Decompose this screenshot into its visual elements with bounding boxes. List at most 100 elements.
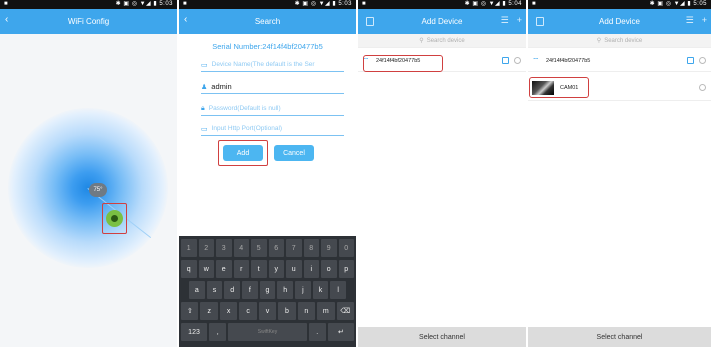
key[interactable]: f [242, 281, 258, 299]
enter-key[interactable]: ↵ [327, 323, 354, 341]
channel-highlight [529, 77, 589, 98]
username-field[interactable]: ♟ admin [201, 80, 344, 94]
status-bar: ■ ✱ ▣ ◎ ▼◢ ▮ 5:03 [179, 0, 356, 9]
device-name-placeholder: Device Name(The default is the Ser [211, 61, 315, 68]
camera-highlight[interactable] [102, 203, 127, 234]
status-time: 5:03 [338, 1, 352, 7]
notification-icon: ■ [183, 1, 187, 7]
key[interactable]: 7 [286, 239, 302, 257]
key[interactable]: ⌫ [336, 302, 354, 320]
key[interactable]: 3 [216, 239, 232, 257]
key[interactable]: r [233, 260, 249, 278]
http-port-placeholder: Input Http Port(Optional) [211, 125, 283, 132]
key[interactable]: z [200, 302, 218, 320]
lock-icon: 🔒︎ [201, 104, 205, 112]
check-icon[interactable] [514, 57, 521, 64]
status-bar: ■ ✱ ▣ ◎ ▼◢ ▮ 5:05 [528, 0, 711, 9]
key[interactable]: g [259, 281, 276, 299]
edit-icon[interactable] [502, 57, 509, 64]
status-bar: ■ ✱ ▣ ◎ ▼◢ ▮ 5:03 [0, 0, 177, 9]
edit-icon[interactable] [687, 57, 694, 64]
key[interactable]: u [286, 260, 302, 278]
password-field[interactable]: 🔒︎ Password(Default is null) [201, 102, 344, 116]
key[interactable]: 5 [251, 239, 267, 257]
key[interactable]: c [239, 302, 257, 320]
add-button[interactable]: Add [223, 145, 263, 161]
cancel-button[interactable]: Cancel [274, 145, 314, 161]
key[interactable]: s [206, 281, 223, 299]
key[interactable]: 9 [321, 239, 337, 257]
key[interactable]: 8 [303, 239, 319, 257]
comma-key[interactable]: , [209, 323, 227, 341]
key[interactable]: o [321, 260, 337, 278]
space-key[interactable]: SwiftKey [228, 323, 307, 341]
key[interactable]: 4 [233, 239, 249, 257]
status-time: 5:04 [508, 1, 522, 7]
title-bar: Add Device ☰ + [358, 9, 526, 34]
key[interactable]: b [278, 302, 296, 320]
page-title: Add Device [599, 17, 640, 26]
notification-icon: ■ [4, 1, 8, 7]
key[interactable]: q [181, 260, 197, 278]
key[interactable]: j [295, 281, 311, 299]
add-icon[interactable]: + [702, 15, 707, 26]
key[interactable]: i [303, 260, 319, 278]
key[interactable]: 2 [198, 239, 214, 257]
key[interactable]: e [216, 260, 232, 278]
search-input[interactable]: ⚲ Search device [528, 34, 711, 48]
key[interactable]: d [224, 281, 240, 299]
title-bar: ‹ Search [179, 9, 356, 34]
signal-icons: ✱ ▣ ◎ ▼◢ ▮ [115, 1, 158, 7]
key[interactable]: n [297, 302, 316, 320]
camera-icon[interactable] [106, 210, 123, 227]
keyboard-number-row: 1234567890 [181, 239, 354, 257]
keyboard-row-1: qwertyuiop [181, 260, 354, 278]
signal-icons: ✱ ▣ ◎ ▼◢ ▮ [464, 1, 507, 7]
key[interactable]: x [219, 302, 238, 320]
key[interactable]: l [330, 281, 347, 299]
key[interactable]: 0 [338, 239, 354, 257]
key[interactable]: 6 [268, 239, 284, 257]
key[interactable]: p [338, 260, 354, 278]
key[interactable]: y [268, 260, 284, 278]
key[interactable]: h [277, 281, 294, 299]
key[interactable]: ⇧ [181, 302, 199, 320]
search-input[interactable]: ⚲ Search device [358, 34, 526, 48]
page-title: Add Device [421, 17, 463, 26]
device-row[interactable]: ⌔ 24f14f4bf20477b5 [528, 50, 711, 72]
period-key[interactable]: . [308, 323, 326, 341]
signal-icons: ✱ ▣ ◎ ▼◢ ▮ [649, 1, 692, 7]
page-title: Search [254, 17, 281, 26]
key[interactable]: w [198, 260, 214, 278]
select-channel-bar[interactable]: Select channel [528, 327, 711, 347]
key[interactable]: a [188, 281, 205, 299]
keyboard-row-4: 123 , SwiftKey . ↵ [181, 323, 354, 341]
chevron-left-icon[interactable]: ‹ [5, 14, 8, 25]
key[interactable]: m [317, 302, 335, 320]
serial-number: Serial Number:24f14f4bf20477b5 [212, 42, 323, 51]
list-icon[interactable]: ☰ [686, 15, 694, 26]
check-icon[interactable] [699, 57, 706, 64]
key[interactable]: k [312, 281, 329, 299]
list-icon[interactable]: ☰ [501, 15, 509, 26]
device-icon: ▭ [201, 61, 208, 69]
keyboard-row-3: ⇧ z x c v b n m ⌫ [181, 302, 354, 320]
page-title: WiFi Config [67, 17, 110, 26]
key[interactable]: v [258, 302, 277, 320]
numbers-key[interactable]: 123 [181, 323, 208, 341]
add-icon[interactable]: + [517, 15, 522, 26]
key[interactable]: 1 [181, 239, 197, 257]
username-value: admin [211, 82, 232, 91]
menu-icon[interactable] [366, 17, 374, 26]
chevron-left-icon[interactable]: ‹ [184, 14, 187, 25]
signal-icons: ✱ ▣ ◎ ▼◢ ▮ [294, 1, 337, 7]
key[interactable]: t [251, 260, 267, 278]
status-time: 5:03 [159, 1, 173, 7]
check-icon[interactable] [699, 84, 706, 91]
menu-icon[interactable] [536, 17, 544, 26]
search-icon: ⚲ [596, 38, 602, 44]
device-name-field[interactable]: ▭ Device Name(The default is the Ser [201, 58, 344, 72]
http-port-field[interactable]: ▭ Input Http Port(Optional) [201, 122, 344, 136]
degree-badge: 75° [89, 183, 107, 197]
select-channel-bar[interactable]: Select channel [358, 327, 526, 347]
